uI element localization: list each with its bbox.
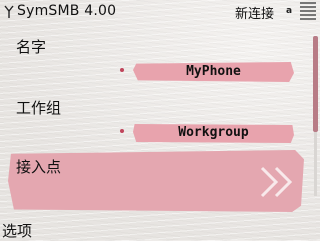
battery-level-bars: [300, 2, 316, 24]
workgroup-label: 工作组: [16, 99, 62, 117]
new-connection-label[interactable]: 新连接: [235, 3, 274, 22]
access-point-label: 接入点: [16, 158, 62, 176]
app-title: SymSMB 4.00: [17, 3, 117, 19]
status-bar: SymSMB 4.00 新连接 a: [0, 0, 320, 26]
watermark-icon: [260, 166, 293, 198]
name-field[interactable]: MyPhone: [133, 62, 294, 82]
name-bullet-icon: [120, 68, 124, 72]
options-softkey[interactable]: 选项: [2, 220, 32, 241]
signal-antenna-icon: [4, 5, 14, 18]
scrollbar-thumb[interactable]: [313, 36, 318, 132]
battery-icon: a: [285, 6, 293, 16]
workgroup-field[interactable]: Workgroup: [133, 124, 294, 143]
workgroup-bullet-icon: [120, 129, 124, 133]
name-label: 名字: [16, 38, 47, 56]
